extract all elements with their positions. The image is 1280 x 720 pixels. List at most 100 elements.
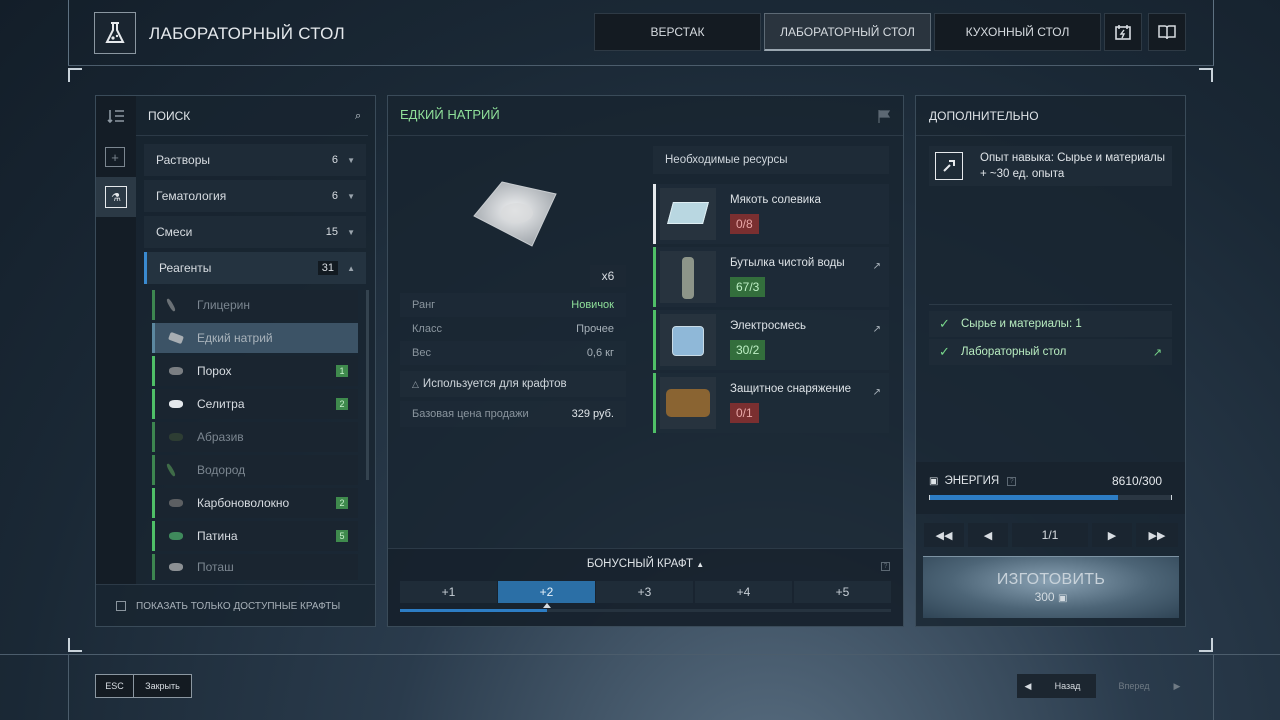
checkmark-icon: ✓	[939, 316, 950, 331]
external-link-icon[interactable]: ↗	[873, 324, 881, 335]
page-title: ЛАБОРАТОРНЫЙ СТОЛ	[149, 24, 345, 43]
item-label: Водород	[197, 463, 246, 477]
craft-button[interactable]: ИЗГОТОВИТЬ 300 ▣	[923, 556, 1179, 618]
first-page-button[interactable]: ◀◀	[924, 523, 964, 547]
divider	[388, 135, 903, 136]
category-solutions[interactable]: Растворы 6 ▼	[144, 144, 366, 176]
search-icon[interactable]: ⌕	[355, 110, 361, 123]
bonus-option[interactable]: +1	[400, 581, 497, 603]
category-reagents[interactable]: Реагенты 31 ▲	[144, 252, 366, 284]
medical-category-icon[interactable]: +	[105, 147, 125, 167]
energy-fill	[930, 495, 1118, 500]
item-label: Едкий натрий	[197, 331, 273, 345]
search-label: ПОИСК	[148, 109, 191, 123]
hydrogen-icon	[165, 462, 177, 478]
resource-row[interactable]: Защитное снаряжение 0/1 ↗	[653, 373, 889, 433]
stat-sell-price: Базовая цена продажи 329 руб.	[400, 401, 626, 427]
requirement-label: Лабораторный стол	[961, 346, 1067, 358]
resource-qty: 0/1	[730, 403, 759, 423]
item-label: Порох	[197, 364, 232, 378]
list-item[interactable]: Поташ	[152, 554, 358, 580]
bonus-option[interactable]: +4	[695, 581, 792, 603]
scrollbar[interactable]	[366, 290, 369, 480]
checkmark-icon: ✓	[939, 344, 950, 359]
flag-icon[interactable]	[877, 109, 891, 123]
resource-row[interactable]: Мякоть солевика 0/8	[653, 184, 889, 244]
list-item[interactable]: Карбоноволокно 2	[152, 488, 358, 518]
potash-icon	[169, 563, 183, 571]
list-item[interactable]: Абразив	[152, 422, 358, 452]
energy-header: ▣ ЭНЕРГИЯ?	[929, 475, 1017, 487]
last-page-button[interactable]: ▶▶	[1136, 523, 1178, 547]
craft-label: ИЗГОТОВИТЬ	[996, 571, 1106, 588]
tab-lab-table[interactable]: ЛАБОРАТОРНЫЙ СТОЛ	[764, 13, 931, 51]
category-count: 31	[317, 261, 338, 275]
list-item[interactable]: Порох 1	[152, 356, 358, 386]
category-label: Смеси	[156, 225, 193, 239]
resource-qty: 30/2	[730, 340, 766, 360]
patina-icon	[169, 532, 183, 540]
prev-page-button[interactable]: ◀	[968, 523, 1008, 547]
category-sidebar	[96, 96, 136, 584]
external-link-icon[interactable]: ↗	[1153, 346, 1162, 359]
category-mixtures[interactable]: Смеси 15 ▼	[144, 216, 366, 248]
category-label: Реагенты	[159, 261, 212, 275]
output-quantity: x6	[590, 265, 626, 287]
sodium-hydroxide-icon	[168, 331, 184, 345]
list-sort-icon[interactable]	[107, 108, 125, 124]
external-link-icon[interactable]: ↗	[873, 387, 881, 398]
requirement-row: ✓ Сырье и материалы: 1	[929, 311, 1172, 337]
item-name: ЕДКИЙ НАТРИЙ	[400, 107, 500, 122]
energy-calendar-icon: ▣	[929, 475, 939, 487]
available-count-badge: 2	[336, 398, 348, 410]
list-item[interactable]: Селитра 2	[152, 389, 358, 419]
requirement-row[interactable]: ✓ Лабораторный стол ↗	[929, 339, 1172, 365]
help-icon[interactable]: ?	[881, 562, 890, 571]
resource-row[interactable]: Бутылка чистой воды 67/3 ↗	[653, 247, 889, 307]
close-button[interactable]: ESC Закрыть	[95, 674, 192, 698]
energy-value: 8610/300	[1112, 474, 1163, 488]
chevron-right-icon: ▶	[1173, 680, 1181, 691]
chevron-up-icon: ▲	[696, 560, 705, 569]
book-icon[interactable]	[1148, 13, 1186, 51]
tab-kitchen-table[interactable]: КУХОННЫЙ СТОЛ	[934, 13, 1101, 51]
footer-divider	[0, 654, 1280, 655]
resource-name: Бутылка чистой воды	[730, 257, 845, 269]
list-item[interactable]: Патина 5	[152, 521, 358, 551]
list-item[interactable]: Глицерин	[152, 290, 358, 320]
energy-label: ЭНЕРГИЯ	[944, 475, 1000, 487]
bonus-craft-toggle[interactable]: БОНУСНЫЙ КРАФТ ▲	[400, 558, 891, 570]
next-page-button[interactable]: ▶	[1092, 523, 1132, 547]
close-label: Закрыть	[145, 681, 180, 691]
resource-row[interactable]: Электросмесь 30/2 ↗	[653, 310, 889, 370]
help-icon[interactable]: ?	[1007, 476, 1017, 486]
item-label: Карбоноволокно	[197, 496, 290, 510]
divider	[96, 584, 375, 585]
external-link-icon[interactable]: ↗	[873, 261, 881, 272]
used-for-crafts[interactable]: △ Используется для крафтов	[400, 371, 626, 397]
energy-calendar-icon[interactable]	[1104, 13, 1142, 51]
search-bar[interactable]: ПОИСК	[148, 96, 368, 136]
list-item[interactable]: Едкий натрий	[152, 323, 358, 353]
water-bottle-icon	[660, 251, 716, 303]
chemistry-category-icon[interactable]: ⚗	[96, 177, 136, 217]
bonus-option[interactable]: +2	[498, 581, 595, 603]
footer-divider	[68, 654, 69, 720]
bonus-option[interactable]: +3	[596, 581, 693, 603]
chevron-down-icon: ▼	[347, 155, 355, 165]
divider	[916, 135, 1185, 136]
lab-flask-icon	[94, 12, 136, 54]
list-item[interactable]: Водород	[152, 455, 358, 485]
stat-rank: Ранг Новичок	[400, 293, 626, 317]
energy-section	[916, 462, 1185, 514]
salt-pulp-icon	[660, 188, 716, 240]
category-hematology[interactable]: Гематология 6 ▼	[144, 180, 366, 212]
tab-workbench[interactable]: ВЕРСТАК	[594, 13, 761, 51]
sodium-hydroxide-image	[472, 180, 558, 248]
filter-checkbox[interactable]	[116, 601, 126, 611]
bonus-option[interactable]: +5	[794, 581, 891, 603]
back-button[interactable]: ◀ Назад	[1017, 674, 1096, 698]
frame-corner	[68, 68, 82, 82]
forward-button[interactable]: Вперед ▶	[1102, 674, 1188, 698]
skill-xp: + ~30 ед. опыта	[980, 168, 1065, 180]
